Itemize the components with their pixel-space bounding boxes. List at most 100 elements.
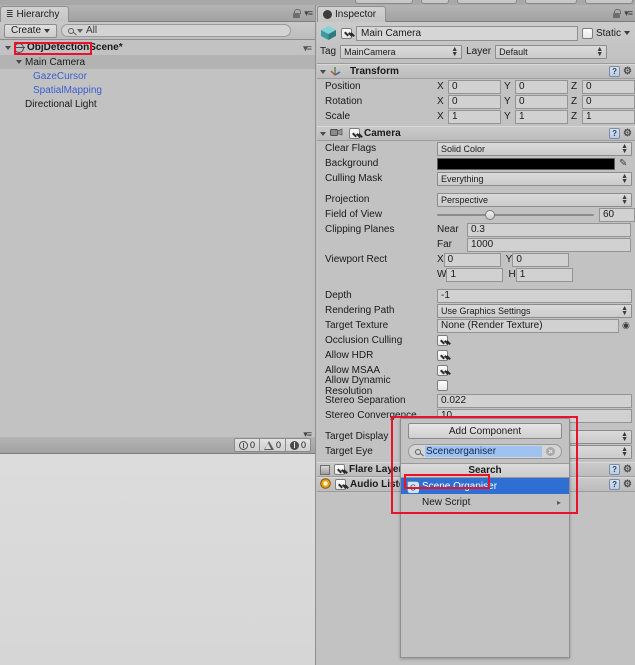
rotation-y-field[interactable]: 0 — [515, 94, 568, 109]
camera-enabled-checkbox[interactable] — [349, 128, 360, 139]
help-icon[interactable]: ? — [609, 479, 621, 490]
lock-icon[interactable] — [293, 9, 302, 18]
camera-clipping-far-row: Far 1000 — [317, 237, 635, 252]
static-dropdown-chevron-icon[interactable] — [624, 31, 630, 35]
toolbar-button-1[interactable] — [355, 0, 413, 4]
help-icon[interactable]: ? — [609, 128, 621, 139]
tab-hierarchy[interactable]: ≣ Hierarchy — [0, 6, 70, 22]
main-camera-expand-triangle-icon[interactable] — [16, 60, 22, 64]
object-picker-icon[interactable]: ◉ — [622, 320, 630, 331]
hierarchy-item-gazecursor[interactable]: GazeCursor — [0, 69, 315, 83]
gear-icon[interactable]: ⚙ — [623, 479, 632, 490]
hierarchy-item-main-camera[interactable]: Main Camera — [0, 55, 315, 69]
near-label: Near — [437, 224, 459, 235]
axis-x-label: X — [437, 96, 444, 107]
gear-icon[interactable]: ⚙ — [623, 128, 632, 139]
axis-y-label: Y — [504, 111, 511, 122]
fov-slider-knob[interactable] — [485, 209, 495, 220]
panel-menu-icon[interactable]: ▾≡ — [304, 8, 313, 19]
clear-icon[interactable] — [546, 447, 555, 456]
flare-layer-enabled-checkbox[interactable] — [334, 464, 345, 475]
position-x-field[interactable]: 0 — [448, 79, 501, 94]
rendering-path-dropdown[interactable]: Use Graphics Settings ▲ ▼ — [437, 303, 632, 318]
camera-expand-triangle-icon[interactable] — [320, 131, 326, 136]
culling-mask-dropdown[interactable]: Everything ▲ ▼ — [437, 171, 632, 186]
fov-field[interactable]: 60 — [599, 207, 635, 222]
hierarchy-item-spatialmapping[interactable]: SpatialMapping — [0, 83, 315, 97]
clear-flags-dropdown[interactable]: Solid Color ▲ ▼ — [437, 141, 632, 156]
hierarchy-search-input[interactable]: All — [61, 24, 292, 37]
warning-count: 0 — [275, 440, 281, 450]
fov-slider[interactable] — [437, 208, 594, 222]
lock-icon[interactable] — [613, 9, 622, 18]
viewport-x-field[interactable]: 0 — [443, 252, 501, 267]
transform-expand-triangle-icon[interactable] — [320, 69, 326, 74]
help-icon[interactable]: ? — [609, 464, 621, 475]
toolbar-button-2[interactable] — [421, 0, 449, 4]
gear-icon[interactable]: ⚙ — [623, 66, 632, 77]
gameobject-enabled-checkbox[interactable] — [341, 27, 352, 39]
allow-msaa-checkbox[interactable] — [437, 365, 448, 376]
audio-listener-enabled-checkbox[interactable] — [335, 479, 346, 490]
component-header-transform[interactable]: Transform ? ⚙ — [317, 64, 635, 79]
scale-x-field[interactable]: 1 — [448, 109, 501, 124]
camera-viewport-wh-row: W 1 H 1 — [317, 267, 635, 282]
viewport-w-field[interactable]: 1 — [446, 267, 504, 282]
rotation-z-field[interactable]: 0 — [582, 94, 635, 109]
target-texture-field[interactable]: None (Render Texture) — [437, 318, 619, 333]
depth-field[interactable]: -1 — [437, 288, 632, 303]
info-count: 0 — [249, 440, 255, 450]
scene-row-menu-icon[interactable]: ▾≡ — [303, 43, 312, 54]
scene-root-row[interactable]: ObjDetectionScene* ▾≡ — [0, 40, 315, 55]
scene-expand-triangle-icon[interactable] — [5, 45, 11, 50]
far-field[interactable]: 1000 — [467, 237, 631, 252]
background-color-swatch[interactable] — [437, 157, 615, 170]
search-icon — [68, 27, 75, 34]
transform-rotation-row: Rotation X 0 Y 0 Z 0 — [317, 94, 635, 109]
scale-y-field[interactable]: 1 — [515, 109, 568, 124]
create-button[interactable]: Create — [4, 23, 58, 38]
camera-dynres-row: Allow Dynamic Resolution — [317, 375, 635, 397]
console-log-area[interactable] — [0, 454, 315, 665]
projection-dropdown[interactable]: Perspective ▲ ▼ — [437, 192, 632, 207]
unity-editor-window: ≣ Hierarchy ▾≡ Create All ObjDetectionSc… — [0, 0, 635, 665]
axis-z-label: Z — [571, 81, 578, 92]
layer-dropdown[interactable]: Default ▲ ▼ — [495, 44, 608, 59]
viewport-y-field[interactable]: 0 — [512, 252, 570, 267]
toolbar-button-3[interactable] — [457, 0, 517, 4]
toolbar-button-5[interactable] — [585, 0, 633, 4]
gameobject-name-field[interactable]: Main Camera — [356, 25, 578, 41]
occlusion-culling-checkbox[interactable] — [437, 335, 448, 346]
position-y-field[interactable]: 0 — [515, 79, 568, 94]
allow-hdr-checkbox[interactable] — [437, 350, 448, 361]
near-field[interactable]: 0.3 — [467, 222, 631, 237]
position-z-field[interactable]: 0 — [582, 79, 635, 94]
toolbar-button-4[interactable] — [525, 0, 577, 4]
rotation-x-field[interactable]: 0 — [448, 94, 501, 109]
viewport-h-field[interactable]: 1 — [515, 267, 573, 282]
add-component-search-input[interactable]: Sceneorganiser — [408, 444, 562, 459]
camera-clipping-near-row: Clipping Planes Near 0.3 — [317, 222, 635, 237]
component-header-camera[interactable]: Camera ? ⚙ — [317, 126, 635, 141]
help-icon[interactable]: ? — [609, 66, 621, 77]
hierarchy-item-directional-light[interactable]: Directional Light — [0, 97, 315, 111]
console-error-counter[interactable]: 0 — [286, 439, 310, 451]
console-menu-icon[interactable]: ▾≡ — [303, 429, 312, 440]
scale-z-field[interactable]: 1 — [582, 109, 635, 124]
tag-dropdown[interactable]: MainCamera ▲ ▼ — [340, 44, 463, 59]
eyedropper-icon[interactable]: ✎ — [619, 158, 627, 169]
allow-dynamic-resolution-checkbox[interactable] — [437, 380, 448, 391]
static-checkbox[interactable] — [581, 27, 593, 39]
result-item-scene-organiser[interactable]: C Scene Organiser — [401, 478, 569, 494]
result-item-new-script[interactable]: New Script ▸ — [401, 494, 569, 510]
fov-label: Field of View — [325, 209, 383, 220]
stereo-separation-field[interactable]: 0.022 — [437, 393, 632, 408]
gear-icon[interactable]: ⚙ — [623, 464, 632, 475]
console-info-counter[interactable]: 0 — [235, 439, 260, 451]
tab-inspector[interactable]: Inspector — [317, 6, 387, 22]
console-warning-counter[interactable]: 0 — [260, 439, 286, 451]
stereo-separation-label: Stereo Separation — [325, 395, 406, 406]
panel-menu-icon[interactable]: ▾≡ — [624, 8, 633, 19]
add-component-button[interactable]: Add Component — [408, 423, 562, 439]
static-toggle-group: Static — [581, 27, 632, 39]
